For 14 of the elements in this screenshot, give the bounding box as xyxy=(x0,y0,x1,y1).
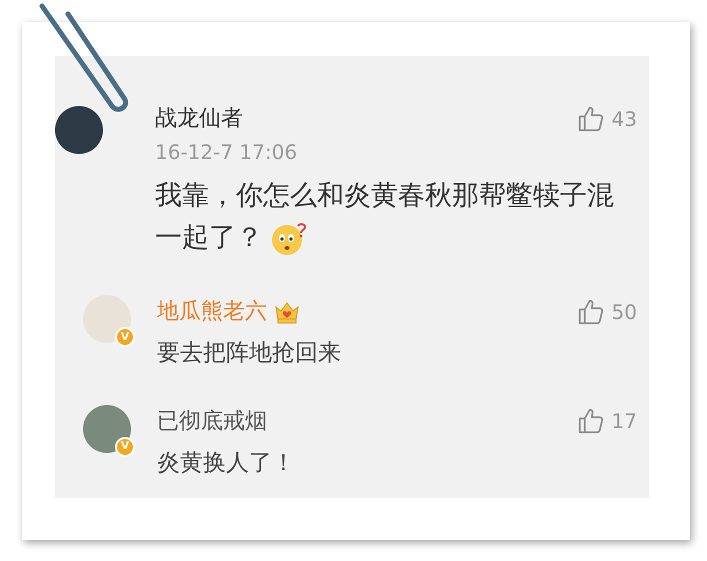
avatar xyxy=(55,106,103,154)
verified-badge: V xyxy=(115,327,135,347)
like-count: 50 xyxy=(612,298,637,326)
reply-text: 要去把阵地抢回来 xyxy=(157,339,342,368)
avatar xyxy=(83,295,131,343)
user-name[interactable]: 已彻底戒烟 xyxy=(157,404,267,438)
comment-time: 16-12-7 17:06 xyxy=(155,139,298,166)
verified-badge: V xyxy=(115,436,135,456)
user-name[interactable]: 战龙仙者 xyxy=(155,102,243,135)
like-count: 43 xyxy=(612,106,637,132)
avatar xyxy=(83,404,131,452)
reply-text: 炎黄换人了！ xyxy=(157,448,296,478)
comment-text: 我靠，你怎么和炎黄春秋那帮鳖犊子混一起了？ xyxy=(155,175,637,259)
like-count: 17 xyxy=(612,408,637,435)
